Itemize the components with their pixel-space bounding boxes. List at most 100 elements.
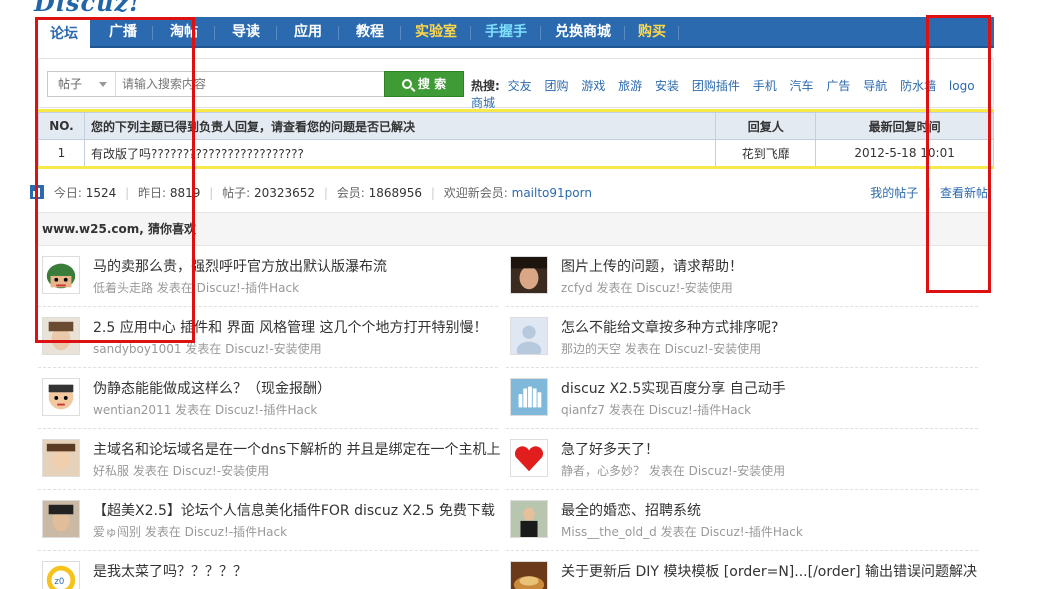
- post-forum-link[interactable]: 发表在 Discuz!-安装使用: [596, 281, 732, 295]
- newest-member-link[interactable]: mailto91porn: [512, 186, 592, 200]
- post-forum-link[interactable]: 发表在 Discuz!-插件Hack: [661, 525, 803, 539]
- avatar[interactable]: [42, 500, 80, 538]
- row-divider: [506, 306, 978, 307]
- hot-link[interactable]: 团购: [544, 79, 568, 93]
- nav-divider: [400, 26, 401, 40]
- nav-tab-tutorial[interactable]: 教程: [342, 17, 398, 48]
- annotation-box-right: [926, 15, 991, 293]
- stat-members-label: 会员:: [336, 186, 365, 200]
- hot-link[interactable]: 团购插件: [692, 79, 740, 93]
- annotation-box-left: [35, 17, 195, 343]
- hot-link[interactable]: 手机: [753, 79, 777, 93]
- list-item[interactable]: 最全的婚恋、招聘系统 Miss__the_old_d 发表在 Discuz!-插…: [506, 492, 966, 553]
- hot-search-label: 热搜:: [471, 79, 500, 93]
- svg-text:z0: z0: [54, 577, 64, 587]
- row-divider: [38, 550, 498, 551]
- hot-link[interactable]: 交友: [508, 79, 532, 93]
- stat-divider: |: [323, 186, 328, 200]
- hot-link[interactable]: 商城: [471, 96, 495, 110]
- post-author-link[interactable]: 爱ゅ闯别: [93, 525, 141, 539]
- post-forum-link[interactable]: 发表在 Discuz!-插件Hack: [609, 403, 751, 417]
- post-forum-link[interactable]: 发表在 Discuz!-插件Hack: [175, 403, 317, 417]
- discuz-logo[interactable]: Discuz!: [34, 0, 141, 17]
- post-forum-link[interactable]: 发表在 Discuz!-安装使用: [133, 464, 269, 478]
- avatar[interactable]: [510, 439, 548, 477]
- nav-tab-exchange-mall[interactable]: 兑换商城: [544, 17, 622, 48]
- row-divider: [506, 428, 978, 429]
- list-item[interactable]: 图片上传的问题，请求帮助！ zcfyd 发表在 Discuz!-安装使用: [506, 248, 966, 309]
- avatar[interactable]: [510, 500, 548, 538]
- post-forum-link[interactable]: 发表在 Discuz!-安装使用: [625, 342, 761, 356]
- post-title-link[interactable]: 急了好多天了！: [561, 439, 659, 459]
- avatar[interactable]: [510, 256, 548, 294]
- col-replier: 回复人: [715, 112, 817, 140]
- stat-divider: |: [209, 186, 214, 200]
- post-forum-link[interactable]: 发表在 Discuz!-安装使用: [649, 464, 785, 478]
- post-meta: 爱ゅ闯别 发表在 Discuz!-插件Hack: [93, 523, 287, 540]
- nav-divider: [678, 26, 679, 40]
- hot-link[interactable]: 游戏: [581, 79, 605, 93]
- row-divider: [38, 489, 498, 490]
- search-icon: [401, 79, 412, 89]
- hot-link[interactable]: 广告: [826, 79, 850, 93]
- hot-link[interactable]: 导航: [863, 79, 887, 93]
- list-item[interactable]: 急了好多天了！ 静者，心多妙？ 发表在 Discuz!-安装使用: [506, 431, 966, 492]
- post-meta: 那边的天空 发表在 Discuz!-安装使用: [561, 340, 761, 357]
- stat-welcome-label: 欢迎新会员:: [443, 186, 508, 200]
- stat-members: 1868956: [368, 186, 423, 200]
- post-author-link[interactable]: zcfyd: [561, 281, 593, 295]
- post-title-link[interactable]: 【超美X2.5】论坛个人信息美化插件FOR discuz X2.5 免费下载: [93, 500, 495, 520]
- nav-divider: [214, 26, 215, 40]
- my-posts-link[interactable]: 我的帖子: [870, 186, 918, 200]
- row-divider: [38, 367, 498, 368]
- post-author-link[interactable]: 静者，心多妙？: [561, 464, 645, 478]
- nav-tab-buy[interactable]: 购买: [628, 17, 676, 48]
- post-title-link[interactable]: 伪静态能能做成这样么？（现金报酬）: [93, 378, 331, 398]
- search-button-label: 搜 索: [417, 77, 447, 91]
- post-forum-link[interactable]: 发表在 Discuz!-插件Hack: [145, 525, 287, 539]
- avatar[interactable]: [510, 378, 548, 416]
- avatar[interactable]: [510, 561, 548, 589]
- post-title-link[interactable]: 主域名和论坛域名是在一个dns下解析的 并且是绑定在一个主机上: [93, 439, 501, 459]
- search-button[interactable]: 搜 索: [384, 71, 464, 97]
- post-forum-link[interactable]: 发表在 Discuz!-安装使用: [185, 342, 321, 356]
- post-author-link[interactable]: sandyboy1001: [93, 342, 182, 356]
- avatar[interactable]: [42, 378, 80, 416]
- post-author-link[interactable]: qianfz7: [561, 403, 605, 417]
- post-title-link[interactable]: 图片上传的问题，请求帮助！: [561, 256, 743, 276]
- post-meta: 好私服 发表在 Discuz!-安装使用: [93, 462, 269, 479]
- post-title-link[interactable]: 是我太菜了吗？？？？？: [93, 561, 247, 581]
- list-item[interactable]: 伪静态能能做成这样么？（现金报酬） wentian2011 发表在 Discuz…: [38, 370, 498, 431]
- nav-tab-handshake[interactable]: 手握手: [474, 17, 538, 48]
- row-replier[interactable]: 花到飞靡: [715, 139, 817, 167]
- list-item[interactable]: 主域名和论坛域名是在一个dns下解析的 并且是绑定在一个主机上 好私服 发表在 …: [38, 431, 501, 492]
- post-author-link[interactable]: 好私服: [93, 464, 129, 478]
- nav-tab-lab[interactable]: 实验室: [404, 17, 468, 48]
- nav-divider: [624, 26, 625, 40]
- stat-posts: 20323652: [253, 186, 316, 200]
- post-title-link[interactable]: 怎么不能给文章按多种方式排序呢?: [561, 317, 778, 337]
- hot-link[interactable]: 汽车: [790, 79, 814, 93]
- list-item[interactable]: 怎么不能给文章按多种方式排序呢? 那边的天空 发表在 Discuz!-安装使用: [506, 309, 966, 370]
- stat-posts-label: 帖子:: [222, 186, 251, 200]
- post-author-link[interactable]: Miss__the_old_d: [561, 525, 657, 539]
- nav-divider: [338, 26, 339, 40]
- avatar[interactable]: [42, 439, 80, 477]
- nav-divider: [276, 26, 277, 40]
- nav-divider: [470, 26, 471, 40]
- list-item[interactable]: z0 是我太菜了吗？？？？？: [38, 553, 498, 589]
- list-item[interactable]: 【超美X2.5】论坛个人信息美化插件FOR discuz X2.5 免费下载 爱…: [38, 492, 498, 553]
- hot-link[interactable]: 安装: [655, 79, 679, 93]
- nav-tab-apps[interactable]: 应用: [280, 17, 336, 48]
- post-title-link[interactable]: 关于更新后 DIY 模块模板 [order=N]...[/order] 输出错误…: [561, 561, 977, 581]
- hot-link[interactable]: 旅游: [618, 79, 642, 93]
- list-item[interactable]: 关于更新后 DIY 模块模板 [order=N]...[/order] 输出错误…: [506, 553, 977, 589]
- avatar[interactable]: [510, 317, 548, 355]
- post-title-link[interactable]: discuz X2.5实现百度分享 自己动手: [561, 378, 786, 398]
- nav-tab-guide[interactable]: 导读: [218, 17, 274, 48]
- post-author-link[interactable]: 那边的天空: [561, 342, 621, 356]
- avatar[interactable]: z0: [42, 561, 80, 589]
- list-item[interactable]: discuz X2.5实现百度分享 自己动手 qianfz7 发表在 Discu…: [506, 370, 966, 431]
- post-title-link[interactable]: 最全的婚恋、招聘系统: [561, 500, 701, 520]
- post-author-link[interactable]: wentian2011: [93, 403, 171, 417]
